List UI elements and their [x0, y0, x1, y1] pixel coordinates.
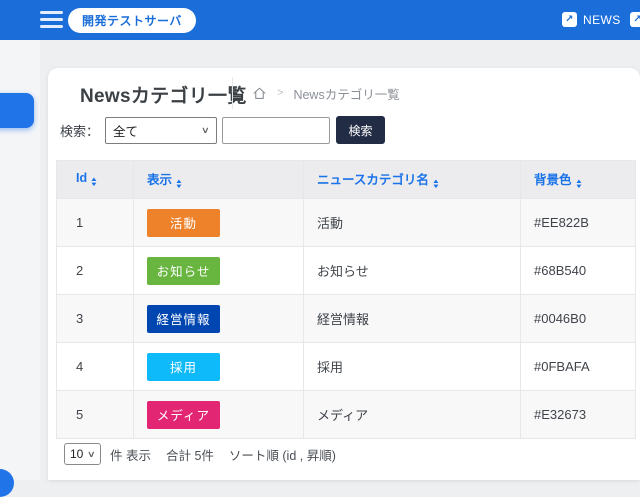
table-header-row: Id▲▼ 表示▲▼ ニュースカテゴリ名▲▼ 背景色▲▼: [57, 161, 636, 199]
sort-order-label: ソート順 (id , 昇順): [229, 445, 336, 464]
table-row: 2 お知らせ お知らせ #68B540: [57, 247, 636, 295]
title-divider: [232, 77, 233, 109]
category-badge: 採用: [147, 353, 220, 381]
cell-name: お知らせ: [304, 247, 521, 295]
table-footer: 10 ∨ 件 表示 合計 5件 ソート順 (id , 昇順): [64, 443, 336, 465]
category-badge: 活動: [147, 209, 220, 237]
cell-id: 1: [57, 199, 134, 247]
cell-color: #E32673: [521, 391, 636, 439]
category-badge: メディア: [147, 401, 220, 429]
table-row: 3 経営情報 経営情報 #0046B0: [57, 295, 636, 343]
column-header-id[interactable]: Id▲▼: [57, 161, 134, 199]
sidebar-active-item[interactable]: [0, 93, 34, 128]
cell-color: #EE822B: [521, 199, 636, 247]
sort-icon: ▲▼: [91, 178, 97, 188]
cell-id: 2: [57, 247, 134, 295]
cell-display: 採用: [134, 343, 304, 391]
category-badge: 経営情報: [147, 305, 220, 333]
cell-name: メディア: [304, 391, 521, 439]
cell-id: 3: [57, 295, 134, 343]
sidebar: [0, 40, 40, 480]
search-label: 検索：: [60, 121, 99, 140]
chevron-down-icon: ∨: [201, 125, 210, 136]
search-filter-select[interactable]: 全て ∨: [105, 117, 217, 144]
hamburger-menu-icon[interactable]: [40, 11, 63, 28]
cell-color: #0046B0: [521, 295, 636, 343]
external-link-icon: ↗: [562, 12, 577, 27]
news-link-label: NEWS: [583, 13, 621, 27]
sort-icon: ▲▼: [576, 180, 582, 190]
sort-icon: ▲▼: [433, 180, 439, 190]
cell-display: メディア: [134, 391, 304, 439]
category-table: Id▲▼ 表示▲▼ ニュースカテゴリ名▲▼ 背景色▲▼ 1 活動 活動 #EE8…: [56, 160, 635, 439]
content-card: Newsカテゴリ一覧 > Newsカテゴリ一覧 検索： 全て ∨ 検索 Id▲▼: [48, 68, 640, 480]
cell-name: 活動: [304, 199, 521, 247]
sidebar-bottom-button[interactable]: [0, 469, 14, 497]
cell-color: #0FBAFA: [521, 343, 636, 391]
table-row: 1 活動 活動 #EE822B: [57, 199, 636, 247]
table-row: 5 メディア メディア #E32673: [57, 391, 636, 439]
search-input[interactable]: [222, 117, 330, 144]
cell-name: 採用: [304, 343, 521, 391]
total-count-label: 合計 5件: [166, 445, 214, 464]
news-external-link[interactable]: ↗ NEWS: [562, 12, 621, 27]
cell-id: 4: [57, 343, 134, 391]
cell-name: 経営情報: [304, 295, 521, 343]
chevron-down-icon: ∨: [87, 449, 96, 460]
top-navbar: 開発テストサーバ ↗ NEWS ↗: [0, 0, 640, 40]
breadcrumb-current: Newsカテゴリ一覧: [293, 84, 399, 103]
column-header-color[interactable]: 背景色▲▼: [521, 161, 636, 199]
breadcrumb-separator-icon: >: [277, 87, 283, 99]
sort-icon: ▲▼: [176, 180, 182, 190]
page-title: Newsカテゴリ一覧: [80, 81, 247, 108]
cell-display: 活動: [134, 199, 304, 247]
home-icon[interactable]: [252, 86, 267, 101]
search-bar: 検索： 全て ∨ 検索: [60, 116, 385, 144]
search-button[interactable]: 検索: [336, 116, 385, 144]
column-header-name[interactable]: ニュースカテゴリ名▲▼: [304, 161, 521, 199]
category-table-body: 1 活動 活動 #EE822B 2 お知らせ お知らせ #68B540 3 経営…: [57, 199, 636, 439]
per-page-value: 10: [70, 447, 83, 461]
cell-display: お知らせ: [134, 247, 304, 295]
category-badge: お知らせ: [147, 257, 220, 285]
cell-display: 経営情報: [134, 295, 304, 343]
breadcrumb: > Newsカテゴリ一覧: [252, 81, 400, 105]
per-page-label: 件 表示: [110, 445, 151, 464]
per-page-select[interactable]: 10 ∨: [64, 443, 101, 465]
column-header-display[interactable]: 表示▲▼: [134, 161, 304, 199]
table-row: 4 採用 採用 #0FBAFA: [57, 343, 636, 391]
external-link-icon-secondary[interactable]: ↗: [630, 12, 640, 27]
cell-id: 5: [57, 391, 134, 439]
search-filter-value: 全て: [113, 121, 138, 140]
cell-color: #68B540: [521, 247, 636, 295]
environment-badge: 開発テストサーバ: [68, 8, 196, 33]
